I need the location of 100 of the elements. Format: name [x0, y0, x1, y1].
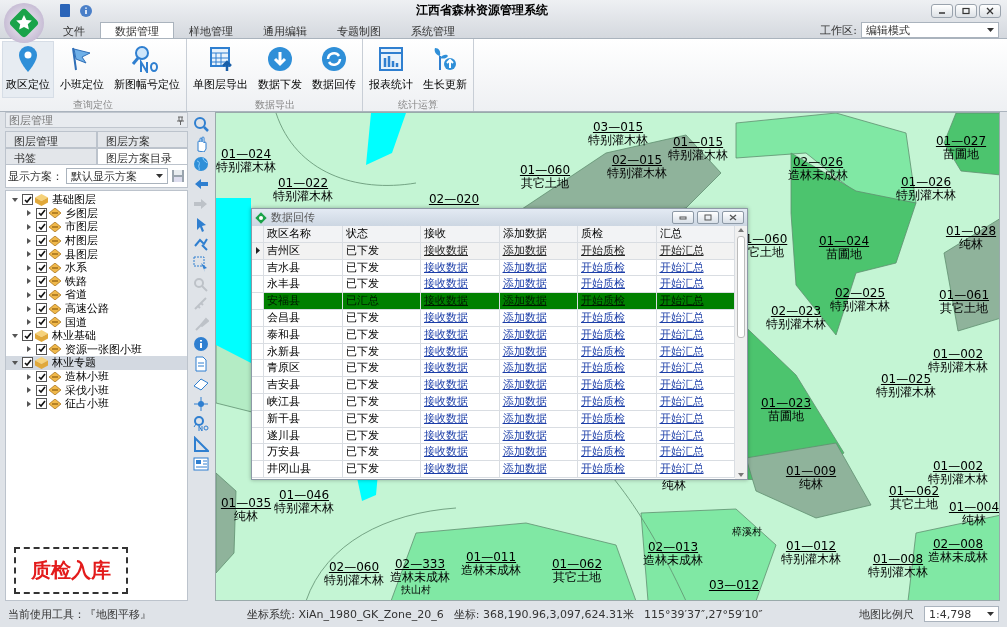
layer-name[interactable]: 资源一张图小班: [63, 341, 144, 357]
ribbon-button[interactable]: 数据回传: [308, 41, 360, 98]
action-link[interactable]: 接收数据: [424, 311, 468, 324]
ribbon-button[interactable]: 生长更新: [419, 41, 471, 98]
action-link[interactable]: 添加数据: [502, 327, 547, 341]
action-link[interactable]: 接收数据: [424, 277, 468, 291]
ribbon-button[interactable]: 数据下发: [254, 41, 306, 98]
checkbox[interactable]: [22, 330, 33, 342]
layout-icon[interactable]: [193, 456, 209, 472]
layer-name[interactable]: 省道: [63, 287, 89, 303]
action-link[interactable]: 接收数据: [424, 411, 468, 425]
action-link[interactable]: 接收数据: [424, 445, 468, 459]
action-link[interactable]: 开始质检: [581, 361, 625, 375]
scroll-down-icon[interactable]: [738, 473, 744, 477]
action-link[interactable]: 开始汇总: [659, 311, 704, 324]
layer-name[interactable]: 市图层: [63, 219, 100, 235]
checkbox[interactable]: [36, 235, 47, 247]
document-icon[interactable]: [193, 356, 209, 372]
layer-name[interactable]: 林业基础: [50, 328, 98, 344]
action-link[interactable]: 添加数据: [502, 394, 547, 408]
action-link[interactable]: 开始汇总: [659, 344, 704, 358]
close-button[interactable]: [722, 211, 744, 224]
column-header[interactable]: 政区名称: [264, 226, 343, 242]
action-link[interactable]: 接收数据: [424, 378, 468, 392]
layer-name[interactable]: 村图层: [63, 233, 100, 249]
panel-tab[interactable]: 图层方案: [96, 131, 188, 148]
globe-icon[interactable]: [193, 156, 209, 172]
layer-name[interactable]: 采伐小班: [63, 382, 111, 398]
layer-name[interactable]: 造林小班: [63, 369, 111, 384]
action-link[interactable]: 添加数据: [502, 361, 547, 375]
ribbon-button[interactable]: 政区定位: [2, 41, 54, 98]
action-link[interactable]: 开始质检: [581, 311, 625, 324]
ribbon-tab[interactable]: 文件: [48, 22, 100, 38]
layer-name[interactable]: 征占小班: [63, 396, 111, 412]
checkbox[interactable]: [36, 221, 47, 233]
layer-name[interactable]: 高速公路: [63, 301, 111, 317]
action-link[interactable]: 接收数据: [424, 344, 468, 358]
close-button[interactable]: [979, 3, 1001, 18]
ribbon-tab[interactable]: 系统管理: [396, 22, 470, 38]
action-link[interactable]: 添加数据: [502, 462, 547, 476]
ruler-triangle-icon[interactable]: [193, 436, 209, 452]
action-link[interactable]: 接收数据: [424, 394, 468, 408]
checkbox[interactable]: [36, 303, 47, 315]
ribbon-tab[interactable]: 专题制图: [322, 22, 396, 38]
minimize-button[interactable]: [672, 211, 694, 224]
action-link[interactable]: 开始质检: [581, 378, 625, 392]
action-link[interactable]: 添加数据: [502, 311, 547, 324]
column-header[interactable]: 汇总: [656, 226, 735, 242]
layer-name[interactable]: 铁路: [63, 273, 89, 289]
layer-name[interactable]: 乡图层: [63, 205, 100, 221]
ribbon-tab[interactable]: 样地管理: [174, 22, 248, 38]
restore-button[interactable]: [697, 211, 719, 224]
column-header[interactable]: 状态: [342, 226, 421, 242]
action-link[interactable]: 接收数据: [424, 260, 468, 274]
action-link[interactable]: 开始汇总: [659, 243, 704, 257]
action-link[interactable]: 开始质检: [581, 411, 625, 425]
action-link[interactable]: 添加数据: [502, 378, 547, 392]
checkbox[interactable]: [36, 275, 47, 287]
ribbon-tab[interactable]: 数据管理: [100, 22, 174, 38]
action-link[interactable]: 添加数据: [502, 243, 547, 257]
scrollbar[interactable]: [735, 226, 747, 479]
action-link[interactable]: 接收数据: [424, 327, 468, 341]
arrow-left-icon[interactable]: [193, 176, 209, 192]
select-box-icon[interactable]: [193, 256, 209, 272]
checkbox[interactable]: [22, 194, 33, 206]
action-link[interactable]: 接收数据: [424, 243, 468, 257]
action-link[interactable]: 接收数据: [424, 428, 468, 442]
scale-dropdown[interactable]: 1:4,798: [924, 606, 999, 622]
pin-icon[interactable]: [177, 115, 184, 125]
ribbon-button[interactable]: 小班定位: [56, 41, 108, 98]
scroll-up-icon[interactable]: [738, 228, 744, 232]
panel-tab[interactable]: 书签: [5, 148, 97, 165]
checkbox[interactable]: [36, 262, 47, 274]
zoom-in-icon[interactable]: [193, 116, 209, 132]
ribbon-button[interactable]: 单图层导出: [189, 41, 252, 98]
checkbox[interactable]: [36, 289, 47, 301]
action-link[interactable]: 开始质检: [581, 344, 625, 358]
crosshair-icon[interactable]: [193, 396, 209, 412]
ribbon-button[interactable]: 报表统计: [365, 41, 417, 98]
workspace-dropdown[interactable]: 编辑模式: [861, 22, 999, 38]
layer-name[interactable]: 基础图层: [50, 192, 98, 208]
action-link[interactable]: 添加数据: [502, 428, 547, 442]
action-link[interactable]: 开始汇总: [659, 277, 704, 291]
magnifier-number-icon[interactable]: [193, 416, 209, 432]
action-link[interactable]: 开始汇总: [659, 260, 704, 274]
action-link[interactable]: 添加数据: [502, 344, 547, 358]
action-link[interactable]: 接收数据: [424, 361, 468, 375]
action-link[interactable]: 开始质检: [581, 327, 625, 341]
action-link[interactable]: 开始质检: [581, 260, 625, 274]
action-link[interactable]: 开始质检: [581, 243, 625, 257]
ribbon-button[interactable]: 新图幅号定位: [110, 41, 184, 98]
ribbon-tab[interactable]: 通用编辑: [248, 22, 322, 38]
info-icon[interactable]: [80, 4, 92, 17]
action-link[interactable]: 添加数据: [502, 445, 547, 459]
select-features-icon[interactable]: [193, 236, 209, 252]
checkbox[interactable]: [36, 207, 47, 219]
checkbox[interactable]: [22, 357, 33, 369]
action-link[interactable]: 开始质检: [581, 445, 625, 459]
action-link[interactable]: 开始质检: [581, 428, 625, 442]
action-link[interactable]: 开始汇总: [659, 361, 704, 375]
